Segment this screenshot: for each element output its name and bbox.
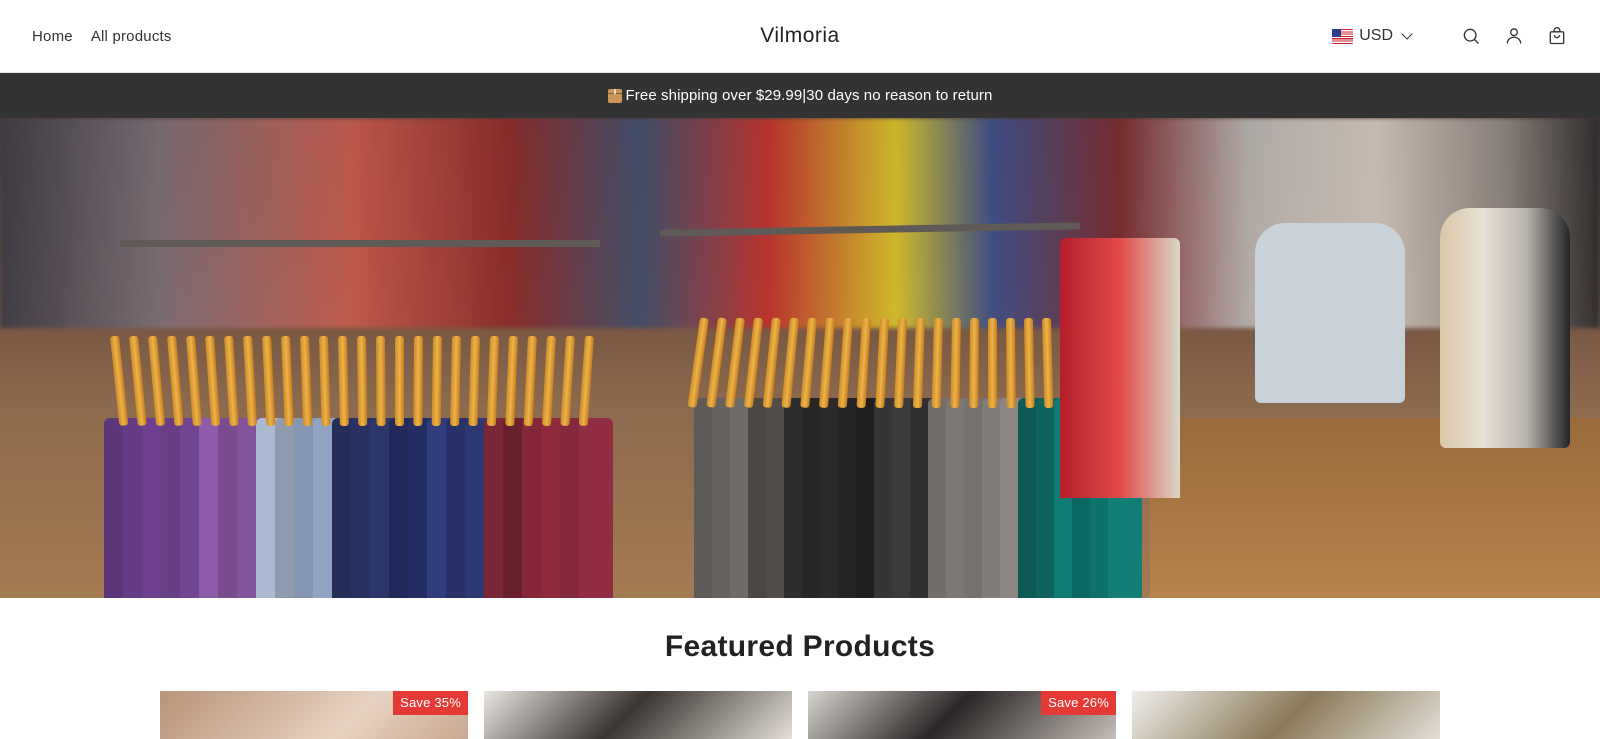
hanger-shape — [560, 335, 575, 427]
hanger-shape — [818, 317, 835, 409]
announcement-text: Free shipping over $29.99|30 days no rea… — [625, 87, 993, 104]
garment-shape — [1060, 238, 1180, 498]
hanger-shape — [687, 317, 709, 408]
announcement-bar: Free shipping over $29.99|30 days no rea… — [0, 73, 1600, 118]
nav-home-link[interactable]: Home — [32, 28, 73, 45]
hanger-shape — [781, 317, 799, 409]
hanger-shape — [800, 317, 817, 409]
sale-badge: Save 35% — [393, 691, 468, 715]
hanger-shape — [743, 317, 763, 408]
us-flag-icon — [1332, 28, 1354, 44]
hero-banner-image[interactable] — [0, 118, 1600, 598]
search-button[interactable] — [1460, 25, 1482, 47]
product-card[interactable] — [1132, 691, 1440, 739]
hanger-shape — [376, 335, 386, 427]
store-logo[interactable]: Vilmoria — [760, 24, 839, 48]
hanger-shape — [319, 335, 331, 427]
hanger-shape — [1006, 317, 1016, 409]
hanger-shape — [541, 335, 556, 427]
hanger-shape — [224, 335, 239, 427]
cart-bag-icon — [1549, 27, 1565, 45]
hanger-shape — [486, 335, 499, 427]
hanger-shape — [413, 335, 423, 427]
hanger-shape — [856, 317, 871, 409]
chevron-down-icon — [1401, 28, 1413, 40]
currency-code: USD — [1359, 27, 1393, 44]
hanger-shape — [148, 335, 166, 427]
hanger-shape — [1024, 317, 1035, 409]
hanger-shape — [431, 335, 442, 427]
hanger-shape — [395, 336, 404, 426]
hanger-shape — [468, 335, 480, 427]
hanger-shape — [262, 335, 276, 427]
hanger-shape — [837, 317, 853, 409]
nav-all-products-link[interactable]: All products — [91, 28, 172, 45]
hanger-shape — [912, 317, 925, 409]
garment-shape — [1440, 208, 1570, 448]
hanger-shape — [706, 317, 727, 408]
featured-products-heading: Featured Products — [664, 630, 936, 663]
rack-rail — [120, 240, 600, 247]
search-icon — [1463, 28, 1479, 44]
hanger-shape — [129, 335, 147, 427]
hanger-shape — [894, 317, 907, 409]
hanger-shape — [167, 335, 184, 427]
cart-button[interactable] — [1546, 25, 1568, 47]
hanger-shape — [357, 335, 368, 427]
main-nav: Home All products — [32, 0, 172, 72]
hanger-shape — [875, 317, 889, 409]
user-icon — [1506, 28, 1522, 44]
product-card[interactable] — [484, 691, 792, 739]
hanger-shape — [300, 335, 313, 427]
hanger-shape — [578, 335, 594, 427]
product-card[interactable]: Save 26% — [808, 691, 1116, 739]
hanger-shape — [1042, 317, 1054, 409]
garment-shape — [579, 418, 613, 598]
product-card[interactable]: Save 35% — [160, 691, 468, 739]
hanger-shape — [762, 317, 781, 408]
hanger-shape — [969, 317, 979, 409]
hanger-shape — [931, 317, 943, 409]
hanger-shape — [450, 335, 461, 427]
hanger-shape — [338, 335, 349, 427]
package-icon — [607, 88, 622, 103]
currency-selector[interactable]: USD — [1332, 27, 1413, 45]
featured-products-grid: Save 35% Save 26% — [160, 691, 1440, 739]
hanger-shape — [725, 317, 745, 408]
account-button[interactable] — [1503, 25, 1525, 47]
header-tools: USD — [1332, 0, 1568, 72]
hanger-shape — [205, 335, 221, 427]
garment-shape — [1255, 223, 1405, 403]
hanger-shape — [505, 335, 518, 427]
hanger-shape — [988, 318, 997, 408]
sale-badge: Save 26% — [1041, 691, 1116, 715]
hanger-shape — [186, 335, 202, 427]
hanger-shape — [950, 317, 961, 409]
hanger-shape — [281, 335, 294, 427]
hanger-shape — [110, 335, 129, 426]
hanger-shape — [523, 335, 537, 427]
site-header: Home All products Vilmoria USD — [0, 0, 1600, 73]
hanger-shape — [243, 335, 258, 427]
